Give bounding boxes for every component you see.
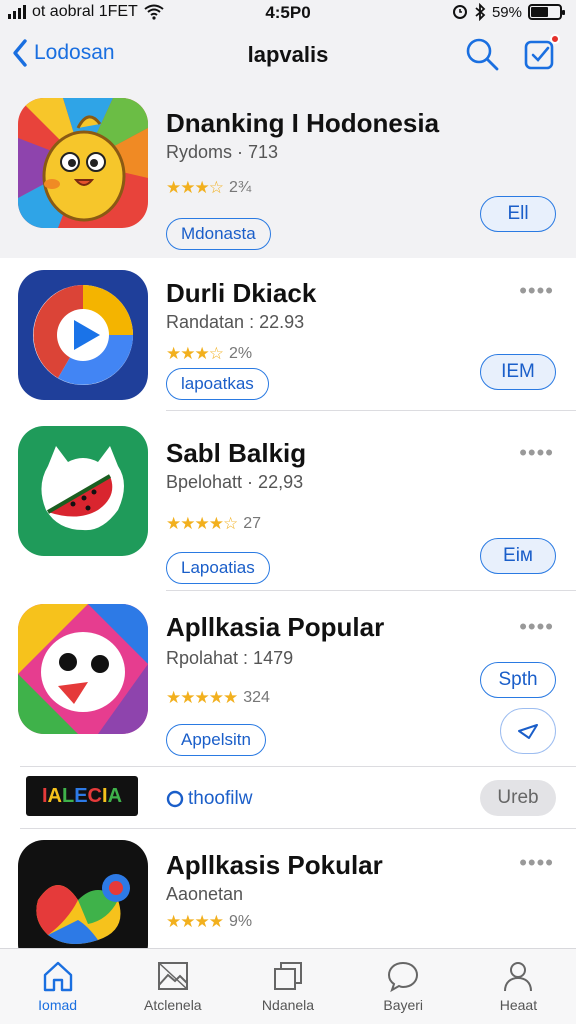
watermelon-icon [18,426,148,556]
chick-icon [18,98,148,228]
app-name: Apllkasis Pokular [166,850,383,880]
battery-percent: 59% [491,3,522,21]
app-rating: ★★★☆ 2¾ [166,178,251,198]
star-rating: ★★★★★ [166,688,238,707]
search-icon [466,38,499,71]
app-meta: Bpelohatt · 22,93 [166,472,304,492]
search-button[interactable] [464,36,500,72]
list-item[interactable]: Apllkasis Pokular Aaonetan ★★★★ 9% •••• [0,830,576,948]
app-name: Sabl Balkig [166,438,307,468]
more-icon[interactable]: •••• [519,440,554,466]
promo-link[interactable]: thoofilw [166,788,252,810]
list-item[interactable]: Durli Dkiack Randatan : 22.93 ★★★☆ 2% la… [0,258,576,412]
list-item[interactable]: Apllkasia Popular Rpolahat : 1479 ★★★★★ … [0,592,576,768]
tab-home[interactable]: Iomad [0,949,115,1024]
divider [166,410,576,411]
tasks-button[interactable] [522,34,560,72]
divider [166,590,576,591]
app-rating: ★★★★☆ 27 [166,514,261,534]
get-button[interactable]: IEM [480,354,556,390]
notification-badge [550,34,560,44]
status-right: 59% [452,3,565,21]
promo-button[interactable]: Ureb [480,780,556,816]
category-tag[interactable]: lapoatkas [166,368,269,400]
rating-value: 2¾ [228,179,252,196]
app-rating: ★★★★ 9% [166,912,252,932]
app-name: Apllkasia Popular [166,612,385,642]
promo-link-text: thoofilw [188,788,253,809]
tab-apps[interactable]: Atclenela [115,949,230,1024]
bluetooth-icon [475,3,486,21]
category-tag[interactable]: Mdonasta [166,218,271,250]
window-icon [274,962,302,990]
alarm-icon [452,5,467,19]
send-button[interactable] [500,708,556,754]
swirl-icon [18,840,148,948]
get-button[interactable]: Eiм [480,538,556,574]
category-tag[interactable]: Appelsitn [166,724,266,756]
rating-value: 324 [243,689,270,706]
more-icon[interactable]: •••• [519,278,554,304]
promo-banner[interactable]: IALECIA thoofilw Ureb [0,768,576,830]
home-icon [43,961,72,992]
rating-value: 27 [243,515,261,532]
list-item[interactable]: Sabl Balkig Bpelohatt · 22,93 ★★★★☆ 27 L… [0,412,576,592]
chat-icon [388,961,419,993]
star-rating: ★★★★☆ [166,514,238,533]
tab-label: Heaat [499,997,538,1013]
battery-icon [528,4,565,20]
tab-windows[interactable]: Ndanela [230,949,345,1024]
star-rating: ★★★☆ [166,344,224,363]
get-button[interactable]: Ell [480,196,556,232]
app-meta: Aaonetan [166,884,244,904]
tab-label: Atclenela [144,997,202,1013]
send-icon [518,724,538,739]
play-icon [18,270,148,400]
tab-label: Iomad [38,997,78,1013]
more-icon[interactable]: •••• [519,614,554,640]
app-rating: ★★★☆ 2% [166,344,252,364]
app-list: Dnanking I Hodonesia Rydoms · 713 ★★★☆ 2… [0,86,576,948]
app-rating: ★★★★★ 324 [166,688,270,708]
tab-profile[interactable]: Heaat [461,949,576,1024]
tab-bar: Iomad Atclenela Ndanela Bayeri Heaat [0,948,576,1024]
divider [20,828,576,829]
navigation-bar: Lodosan lapvalis [0,26,576,86]
tab-chat[interactable]: Bayeri [346,949,461,1024]
category-tag[interactable]: Lapoatias [166,552,270,584]
star-rating: ★★★★ [166,912,224,931]
list-item[interactable]: Dnanking I Hodonesia Rydoms · 713 ★★★☆ 2… [0,86,576,258]
app-name: Dnanking I Hodonesia [166,108,440,138]
face-icon [18,604,148,734]
app-meta: Rpolahat : 1479 [166,648,294,668]
picture-icon [157,962,188,990]
tab-label: Ndanela [261,997,315,1013]
rating-value: 9% [228,913,253,930]
status-bar: ot aobral 1FET 4:5P0 59% [0,0,576,26]
app-meta: Rydoms · 713 [166,142,279,162]
app-meta: Randatan : 22.93 [166,312,305,332]
divider [20,766,576,767]
circle-icon [166,790,184,808]
get-button[interactable]: Spth [480,662,556,698]
tab-label: Bayeri [383,997,424,1013]
promo-logo: IALECIA [26,776,138,816]
person-icon [504,962,533,992]
star-rating: ★★★☆ [166,178,224,197]
rating-value: 2% [228,345,253,362]
more-icon[interactable]: •••• [519,850,554,876]
app-name: Durli Dkiack [166,278,317,308]
